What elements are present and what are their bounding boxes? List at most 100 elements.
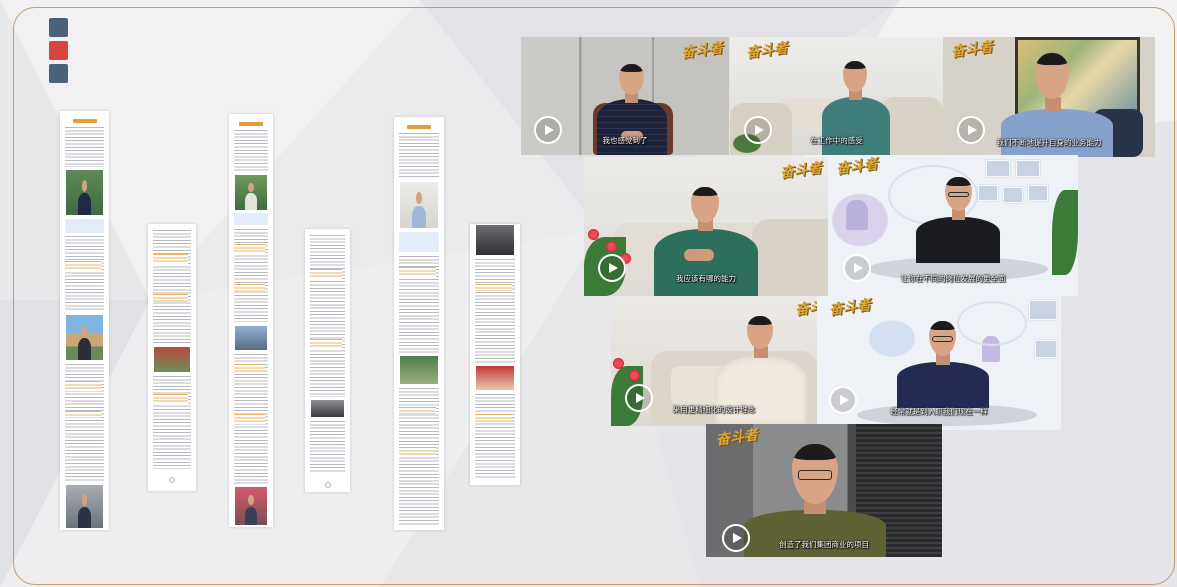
speaker-neck xyxy=(1045,97,1061,111)
speaker-torso xyxy=(897,362,989,408)
article-highlight-box xyxy=(399,232,439,252)
article-photo xyxy=(311,400,344,417)
article-text-lines xyxy=(153,230,191,344)
article-highlight-lines xyxy=(399,407,436,414)
speaker-hair xyxy=(792,444,838,460)
wall-picture xyxy=(1029,300,1057,320)
program-logo: 奋斗者 xyxy=(745,40,789,62)
wall-picture xyxy=(1035,340,1057,358)
article-text-lines xyxy=(65,236,104,312)
speaker-head xyxy=(843,61,867,92)
video-thumbnail-4[interactable]: 奋斗者 我应该有哪的能力 xyxy=(584,157,828,296)
article-highlight-lines xyxy=(65,411,101,418)
video-thumbnail-3[interactable]: 奋斗者 我们不断地提升自身的业务能力 xyxy=(943,37,1155,157)
video-thumbnail-7[interactable]: 奋斗者 经常就是到入职我们现在一样 xyxy=(817,296,1061,430)
accent-square-top xyxy=(49,18,68,37)
video-thumbnail-6[interactable]: 奋斗者 采用更精细化的设计理念 xyxy=(611,296,817,426)
article-photo xyxy=(66,170,103,215)
article-highlight-lines xyxy=(65,381,101,391)
article-text-lines xyxy=(475,259,515,363)
article-photo xyxy=(400,356,438,384)
video-subtitle: 创造了我们集团商业的项目 xyxy=(779,540,869,549)
article-photo xyxy=(400,182,438,228)
article-photo xyxy=(66,315,103,360)
speaker-hands xyxy=(684,249,714,261)
article-end-icon xyxy=(169,477,175,483)
wall-picture xyxy=(1003,187,1023,203)
article-text-lines xyxy=(234,130,268,172)
article-heading xyxy=(239,122,263,126)
speaker-head xyxy=(619,64,644,95)
article-photo xyxy=(235,175,267,210)
cartoon-illustration xyxy=(857,311,927,366)
program-logo: 奋斗者 xyxy=(779,160,823,182)
photo-person-head xyxy=(81,324,88,337)
article-strip-2 xyxy=(148,224,196,491)
program-logo: 奋斗者 xyxy=(950,39,994,61)
speaker-torso xyxy=(744,510,886,557)
video-thumbnail-8[interactable]: 奋斗者 创造了我们集团商业的项目 xyxy=(706,424,942,557)
article-photo xyxy=(66,485,103,528)
article-highlight-box xyxy=(234,213,268,225)
video-subtitle: 我也感觉到了 xyxy=(602,136,648,145)
article-text-lines xyxy=(65,127,104,167)
flower xyxy=(613,358,624,369)
photo-person-body xyxy=(77,507,92,528)
speaker-torso xyxy=(916,217,1000,263)
speaker-hair xyxy=(929,321,956,331)
speaker-torso xyxy=(822,97,890,155)
video-subtitle: 经常就是到入职我们现在一样 xyxy=(890,407,988,416)
accent-square-middle xyxy=(49,41,68,60)
article-text-lines xyxy=(234,229,268,322)
article-highlight-lines xyxy=(153,254,188,264)
article-text-lines xyxy=(475,394,515,479)
article-highlight-lines xyxy=(399,267,436,277)
speaker-torso xyxy=(715,356,807,426)
speaker-hair xyxy=(843,61,867,70)
speaker-hair xyxy=(945,177,972,186)
article-end-icon xyxy=(324,482,331,488)
article-text-lines xyxy=(399,133,439,179)
video-subtitle: 在工作中的感受 xyxy=(810,136,863,145)
article-text-lines xyxy=(153,376,191,469)
speaker-torso xyxy=(1001,109,1113,157)
program-logo: 奋斗者 xyxy=(715,427,759,449)
article-strip-3 xyxy=(229,114,273,527)
video-thumbnail-2[interactable]: 奋斗者 在工作中的感受 xyxy=(730,37,943,155)
video-subtitle: 我应该有哪的能力 xyxy=(676,274,736,283)
article-strip-5 xyxy=(394,117,444,530)
speaker-hair xyxy=(619,64,644,73)
article-highlight-lines xyxy=(310,339,342,349)
article-photo xyxy=(235,326,267,350)
photo-person-body xyxy=(77,193,92,215)
video-thumbnail-1[interactable]: 奋斗者 我也感觉到了 xyxy=(521,37,729,155)
video-thumbnail-5[interactable]: 奋斗者 让你在不同的岗位发展的更全面 xyxy=(828,155,1078,296)
photo-person-head xyxy=(248,495,254,506)
article-strip-4 xyxy=(305,229,350,492)
article-highlight-lines xyxy=(475,414,512,422)
article-highlight-lines xyxy=(234,364,265,372)
article-highlight-lines xyxy=(153,394,188,404)
article-photo xyxy=(154,347,190,372)
article-photo xyxy=(476,366,514,390)
speaker-glasses xyxy=(932,336,953,342)
photo-person-body xyxy=(245,506,257,525)
flower xyxy=(588,229,599,240)
article-photo xyxy=(235,487,267,525)
plant xyxy=(1052,190,1078,275)
photo-person-body xyxy=(77,338,92,360)
speaker-head xyxy=(929,321,956,356)
speaker-head xyxy=(747,316,773,349)
speaker-torso xyxy=(597,99,667,155)
article-highlight-lines xyxy=(153,294,188,302)
program-logo: 奋斗者 xyxy=(680,40,724,62)
speaker-hair xyxy=(747,316,773,325)
program-logo: 奋斗者 xyxy=(794,297,817,319)
speaker-head xyxy=(792,444,838,504)
speaker-glasses xyxy=(797,469,833,480)
accent-square-bottom xyxy=(49,64,68,83)
article-highlight-lines xyxy=(475,284,512,291)
speaker-hair xyxy=(1035,53,1069,65)
article-highlight-lines xyxy=(234,414,265,424)
article-strip-6 xyxy=(470,224,520,485)
